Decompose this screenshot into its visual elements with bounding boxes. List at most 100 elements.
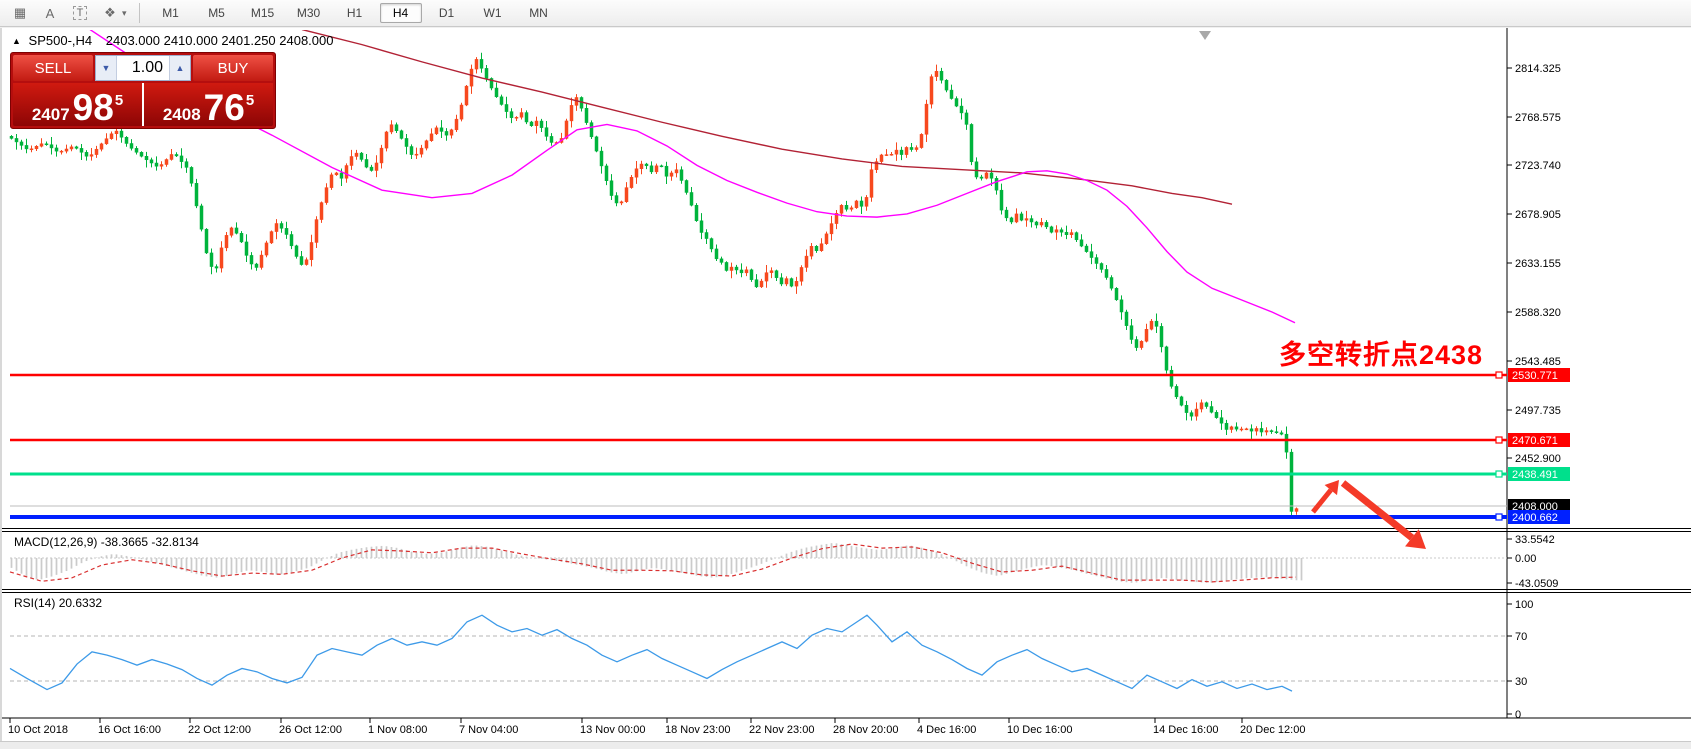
price-tick-label: 2588.320 xyxy=(1515,307,1561,319)
svg-text:2438.491: 2438.491 xyxy=(1512,469,1558,481)
shapes-icon[interactable]: ❖ xyxy=(96,2,124,25)
macd-scale-label: 33.5542 xyxy=(1515,534,1555,546)
date-tick-label: 10 Oct 2018 xyxy=(8,724,68,736)
buy-price[interactable]: 2408 76 5 xyxy=(144,83,273,126)
price-tick-label: 2678.905 xyxy=(1515,209,1561,221)
arrow-label-a-icon[interactable]: A xyxy=(36,2,64,25)
buy-price-big: 76 xyxy=(204,93,245,123)
date-tick-label: 20 Dec 12:00 xyxy=(1240,724,1305,736)
timeframe-button-h1[interactable]: H1 xyxy=(334,3,376,23)
buy-price-prefix: 2408 xyxy=(163,106,201,123)
macd-values: -38.3665 -32.8134 xyxy=(101,535,199,549)
level-price-tag-2400.662: 2400.662 xyxy=(1508,510,1570,524)
date-tick-label: 22 Oct 12:00 xyxy=(188,724,251,736)
date-tick-label: 13 Nov 00:00 xyxy=(580,724,645,736)
macd-scale-label: 0.00 xyxy=(1515,553,1536,565)
macd-label: MACD(12,26,9) -38.3665 -32.8134 xyxy=(14,535,199,549)
chart-title: ▲ SP500-,H4 2403.000 2410.000 2401.250 2… xyxy=(12,33,334,48)
hline-handle[interactable] xyxy=(1496,471,1502,477)
ma-slow-darkred xyxy=(302,30,1232,205)
autoscroll-marker-icon[interactable] xyxy=(1199,31,1211,40)
hline-2470.671[interactable] xyxy=(10,437,1507,443)
sell-price-prefix: 2407 xyxy=(32,106,70,123)
level-price-tag-2530.771: 2530.771 xyxy=(1508,368,1570,382)
rsi-scale-label: 30 xyxy=(1515,676,1527,688)
svg-text:2470.671: 2470.671 xyxy=(1512,435,1558,447)
timeframe-button-d1[interactable]: D1 xyxy=(426,3,468,23)
timeframe-button-h4[interactable]: H4 xyxy=(380,3,422,23)
timeframe-button-m30[interactable]: M30 xyxy=(288,3,330,23)
hline-2530.771[interactable] xyxy=(10,372,1507,378)
rsi-scale-label: 100 xyxy=(1515,599,1533,611)
chart-canvas[interactable]: 2814.325 2768.575 2723.740 2678.905 2633.155… xyxy=(2,28,1691,741)
date-tick-label: 16 Oct 16:00 xyxy=(98,724,161,736)
one-click-trade-panel: SELL ▼ 1.00 ▲ BUY 2407 98 5 2408 76 5 xyxy=(10,52,276,129)
date-tick-label: 1 Nov 08:00 xyxy=(368,724,427,736)
chart-window: 2814.325 2768.575 2723.740 2678.905 2633.155… xyxy=(0,28,1691,741)
date-tick-label: 10 Dec 16:00 xyxy=(1007,724,1072,736)
sell-price[interactable]: 2407 98 5 xyxy=(13,83,144,126)
macd-name: MACD(12,26,9) xyxy=(14,535,97,549)
hline-handle[interactable] xyxy=(1496,514,1502,520)
timeframe-button-m1[interactable]: M1 xyxy=(150,3,192,23)
timeframe-buttons: M1M5M15M30H1H4D1W1MN xyxy=(150,3,560,23)
macd-scale-label: -43.0509 xyxy=(1515,578,1558,590)
axis-labels: 2814.325 2768.575 2723.740 2678.905 2633.155… xyxy=(8,63,1561,736)
rsi-name: RSI(14) xyxy=(14,596,55,610)
rsi-scale-label: 70 xyxy=(1515,631,1527,643)
date-tick-label: 28 Nov 20:00 xyxy=(833,724,898,736)
svg-text:2400.662: 2400.662 xyxy=(1512,512,1558,524)
toolbar: ▦ A T ❖ ▾ M1M5M15M30H1H4D1W1MN xyxy=(0,0,1691,27)
timeframe-button-mn[interactable]: MN xyxy=(518,3,560,23)
pivot-annotation-text[interactable]: 多空转折点2438 xyxy=(1279,333,1483,372)
macd-signal-line xyxy=(10,544,1296,582)
collapse-chart-arrow-icon[interactable]: ▲ xyxy=(12,36,21,46)
level-price-tag-2438.491: 2438.491 xyxy=(1508,467,1570,481)
timeframe-button-m5[interactable]: M5 xyxy=(196,3,238,23)
sell-price-big: 98 xyxy=(73,93,114,123)
price-tick-label: 2452.900 xyxy=(1515,453,1561,465)
price-tick-label: 2814.325 xyxy=(1515,63,1561,75)
timeframe-button-w1[interactable]: W1 xyxy=(472,3,514,23)
timeframe-button-m15[interactable]: M15 xyxy=(242,3,284,23)
dropdown-caret-icon[interactable]: ▾ xyxy=(122,8,127,19)
sell-price-sup: 5 xyxy=(115,92,123,109)
rsi-panel xyxy=(10,615,1507,691)
hline-2400.662[interactable] xyxy=(10,514,1507,520)
price-tick-label: 2633.155 xyxy=(1515,258,1561,270)
hline-2438.491[interactable] xyxy=(10,471,1507,477)
price-tick-label: 2543.485 xyxy=(1515,356,1561,368)
volume-input[interactable]: 1.00 xyxy=(117,56,169,80)
hline-handle[interactable] xyxy=(1496,372,1502,378)
rsi-label: RSI(14) 20.6332 xyxy=(14,596,102,610)
date-tick-label: 26 Oct 12:00 xyxy=(279,724,342,736)
date-tick-label: 7 Nov 04:00 xyxy=(459,724,518,736)
indicator-f-icon[interactable]: ▦ xyxy=(6,2,34,25)
price-tick-label: 2768.575 xyxy=(1515,112,1561,124)
text-box-t-icon[interactable]: T xyxy=(66,2,94,25)
sell-button[interactable]: SELL xyxy=(13,55,93,81)
price-tick-label: 2497.735 xyxy=(1515,405,1561,417)
buy-price-sup: 5 xyxy=(246,92,254,109)
date-tick-label: 4 Dec 16:00 xyxy=(917,724,976,736)
date-tick-label: 18 Nov 23:00 xyxy=(665,724,730,736)
volume-stepper: ▼ 1.00 ▲ xyxy=(95,55,191,81)
rsi-scale-label: 0 xyxy=(1515,709,1521,721)
svg-text:2530.771: 2530.771 xyxy=(1512,370,1558,382)
date-tick-label: 14 Dec 16:00 xyxy=(1153,724,1218,736)
symbol-timeframe-label: SP500-,H4 xyxy=(29,33,93,48)
date-tick-label: 22 Nov 23:00 xyxy=(749,724,814,736)
rsi-value: 20.6332 xyxy=(59,596,102,610)
rsi-line xyxy=(10,615,1292,691)
price-tick-label: 2723.740 xyxy=(1515,160,1561,172)
volume-increase-button[interactable]: ▲ xyxy=(169,56,190,80)
buy-button[interactable]: BUY xyxy=(193,55,273,81)
text-box-t-glyph: T xyxy=(73,6,88,20)
ohlc-readout: 2403.000 2410.000 2401.250 2408.000 xyxy=(106,33,334,48)
volume-decrease-button[interactable]: ▼ xyxy=(96,56,117,80)
toolbar-divider xyxy=(139,3,140,23)
level-price-tag-2470.671: 2470.671 xyxy=(1508,433,1570,447)
red-arrow[interactable] xyxy=(1313,480,1339,512)
hline-handle[interactable] xyxy=(1496,437,1502,443)
macd-panel xyxy=(10,543,1507,583)
